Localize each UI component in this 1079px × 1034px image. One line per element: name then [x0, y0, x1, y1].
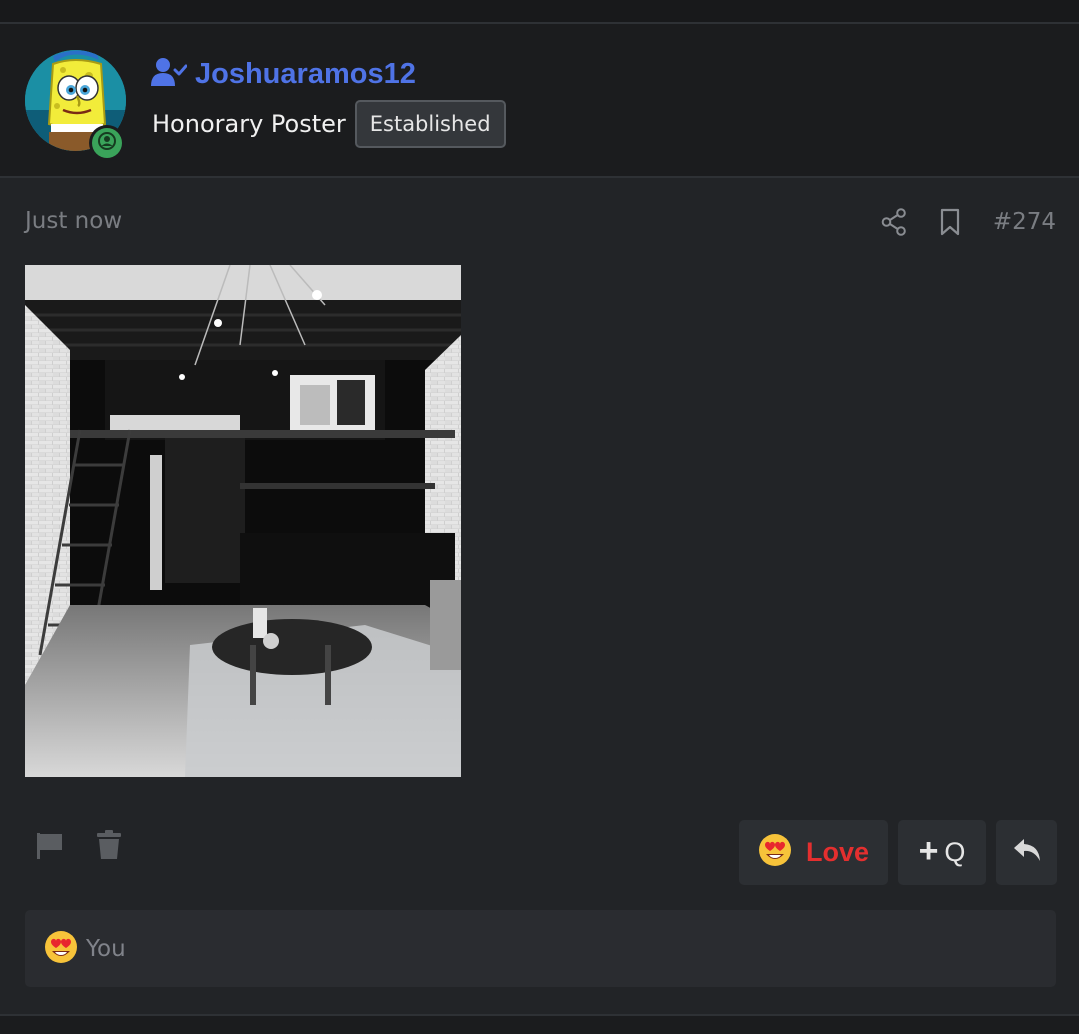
love-reaction-button[interactable]: Love	[739, 820, 888, 885]
heart-eyes-emoji-icon	[758, 833, 792, 872]
online-user-icon	[97, 131, 117, 155]
post-number-link[interactable]: #274	[993, 209, 1056, 235]
post-body: Just now #274 Love + Q You	[0, 178, 1079, 1016]
love-button-label: Love	[805, 837, 870, 867]
post-tools: #274	[881, 204, 1056, 240]
rank-badge: Established	[354, 100, 506, 148]
post-user-header: Joshuaramos12 Honorary Poster Establishe…	[0, 24, 1079, 178]
quote-button-label: Q	[944, 837, 966, 867]
user-check-icon	[151, 57, 188, 91]
post-footer-actions: Love + Q	[739, 820, 1057, 885]
username-link[interactable]: Joshuaramos12	[195, 58, 416, 91]
post-footer-left	[34, 830, 122, 864]
reply-icon	[1012, 837, 1042, 868]
flag-icon[interactable]	[34, 831, 64, 863]
reaction-summary-bar[interactable]: You	[25, 910, 1056, 987]
user-title: Honorary Poster	[152, 110, 346, 138]
top-bar	[0, 0, 1079, 24]
multi-quote-button[interactable]: + Q	[898, 820, 986, 885]
post-image-attachment[interactable]	[25, 265, 461, 777]
bookmark-icon[interactable]	[939, 208, 961, 236]
trash-icon[interactable]	[96, 830, 122, 864]
reply-button[interactable]	[996, 820, 1057, 885]
username-row: Joshuaramos12	[151, 56, 416, 92]
share-icon[interactable]	[881, 208, 907, 236]
reaction-users-text[interactable]: You	[86, 936, 126, 962]
user-title-row: Honorary Poster Established	[152, 98, 506, 150]
post-separator	[0, 1014, 1079, 1034]
heart-eyes-emoji-icon	[44, 930, 78, 968]
plus-icon: +	[918, 831, 939, 870]
post-timestamp[interactable]: Just now	[25, 208, 122, 234]
online-status-badge	[89, 125, 125, 161]
